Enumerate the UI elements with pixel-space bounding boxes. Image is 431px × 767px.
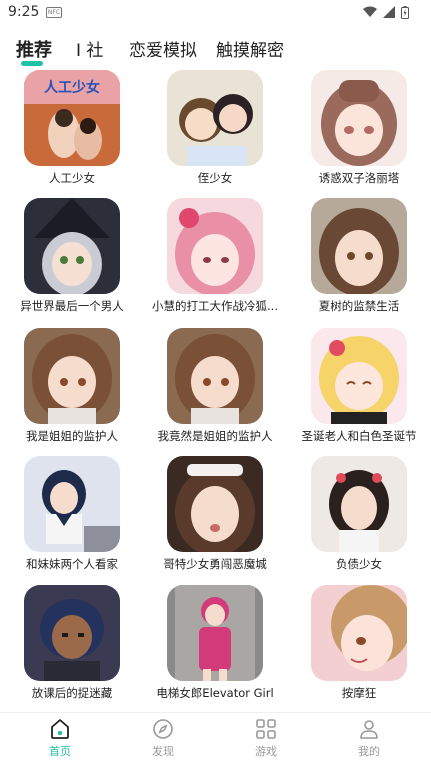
game-title: 放课后的捉迷藏	[31, 686, 113, 700]
tab-touch-puzzle[interactable]: 触摸解密	[216, 36, 284, 61]
game-cover	[24, 456, 120, 552]
nav-discover-label: 发现	[152, 745, 174, 758]
battery-icon	[401, 5, 409, 19]
active-tab-indicator	[21, 61, 43, 66]
nav-games-label: 游戏	[255, 745, 277, 758]
game-cover	[24, 328, 120, 424]
tab-recommend[interactable]: 推荐	[16, 36, 52, 62]
category-tabs: 推荐 I 社 恋爱模拟 触摸解密	[0, 28, 431, 70]
game-cover	[167, 585, 263, 681]
game-grid: 人工少女 人工少女 侄少女 诱惑双子洛丽塔 异世界最后一个男人 小慧的打工大作战…	[0, 70, 431, 706]
svg-text:人工少女: 人工少女	[44, 79, 100, 96]
game-cover	[167, 456, 263, 552]
game-title: 哥特少女勇闯恶魔城	[163, 557, 267, 571]
status-time: 9:25	[8, 4, 40, 20]
game-cover	[167, 328, 263, 424]
game-title: 和妹妹两个人看家	[26, 557, 118, 571]
game-title: 夏树的监禁生活	[318, 299, 400, 313]
game-cover	[24, 585, 120, 681]
user-icon	[360, 720, 378, 739]
system-icons	[363, 5, 409, 19]
tab-i-company[interactable]: I 社	[76, 36, 103, 61]
game-title: 负债少女	[336, 557, 382, 571]
grid-icon	[256, 719, 276, 739]
game-title: 圣诞老人和白色圣诞节	[301, 429, 417, 443]
game-cover: 人工少女	[24, 70, 120, 166]
home-icon	[51, 719, 69, 739]
game-title: 电梯女郎Elevator Girl	[156, 686, 274, 700]
game-cover	[311, 585, 407, 681]
game-title: 侄少女	[197, 171, 233, 185]
game-title: 按摩狂	[341, 686, 377, 700]
game-card[interactable]: 放课后的捉迷藏	[0, 585, 144, 713]
game-card[interactable]: 诱惑双子洛丽塔	[287, 70, 431, 198]
game-card[interactable]: 按摩狂	[287, 585, 431, 713]
game-card[interactable]: 小慧的打工大作战冷狐...	[143, 198, 287, 326]
nav-home-label: 首页	[49, 745, 71, 758]
wifi-icon	[363, 6, 377, 17]
game-title: 异世界最后一个男人	[20, 299, 124, 313]
nav-discover[interactable]: 发现	[123, 717, 203, 759]
game-card[interactable]: 侄少女	[143, 70, 287, 198]
game-card[interactable]: 我是姐姐的监护人	[0, 328, 144, 456]
game-title: 我是姐姐的监护人	[26, 429, 118, 443]
game-card[interactable]: 电梯女郎Elevator Girl	[143, 585, 287, 713]
signal-icon	[383, 6, 395, 18]
nav-games[interactable]: 游戏	[226, 717, 306, 759]
game-card[interactable]: 夏树的监禁生活	[287, 198, 431, 326]
game-card[interactable]: 圣诞老人和白色圣诞节	[287, 328, 431, 456]
nav-profile-label: 我的	[358, 745, 380, 758]
game-cover	[311, 328, 407, 424]
game-card[interactable]: 人工少女 人工少女	[0, 70, 144, 198]
status-bar: 9:25 NFC	[0, 0, 431, 24]
game-title: 诱惑双子洛丽塔	[318, 171, 400, 185]
game-cover	[311, 456, 407, 552]
game-title: 我竟然是姐姐的监护人	[157, 429, 273, 443]
game-card[interactable]: 负债少女	[287, 456, 431, 584]
game-title: 人工少女	[49, 171, 95, 185]
game-cover	[167, 198, 263, 294]
nav-home[interactable]: 首页	[20, 717, 100, 759]
game-title: 小慧的打工大作战冷狐...	[152, 299, 278, 313]
compass-icon	[153, 719, 173, 739]
game-card[interactable]: 哥特少女勇闯恶魔城	[143, 456, 287, 584]
tab-romance-sim[interactable]: 恋爱模拟	[129, 36, 197, 61]
bottom-nav: 首页 发现 游戏 我的	[0, 712, 431, 767]
game-cover	[24, 198, 120, 294]
game-card[interactable]: 异世界最后一个男人	[0, 198, 144, 326]
nfc-icon: NFC	[46, 7, 62, 18]
nav-profile[interactable]: 我的	[329, 717, 409, 759]
game-cover	[311, 198, 407, 294]
game-cover	[311, 70, 407, 166]
game-card[interactable]: 我竟然是姐姐的监护人	[143, 328, 287, 456]
game-cover	[167, 70, 263, 166]
game-card[interactable]: 和妹妹两个人看家	[0, 456, 144, 584]
